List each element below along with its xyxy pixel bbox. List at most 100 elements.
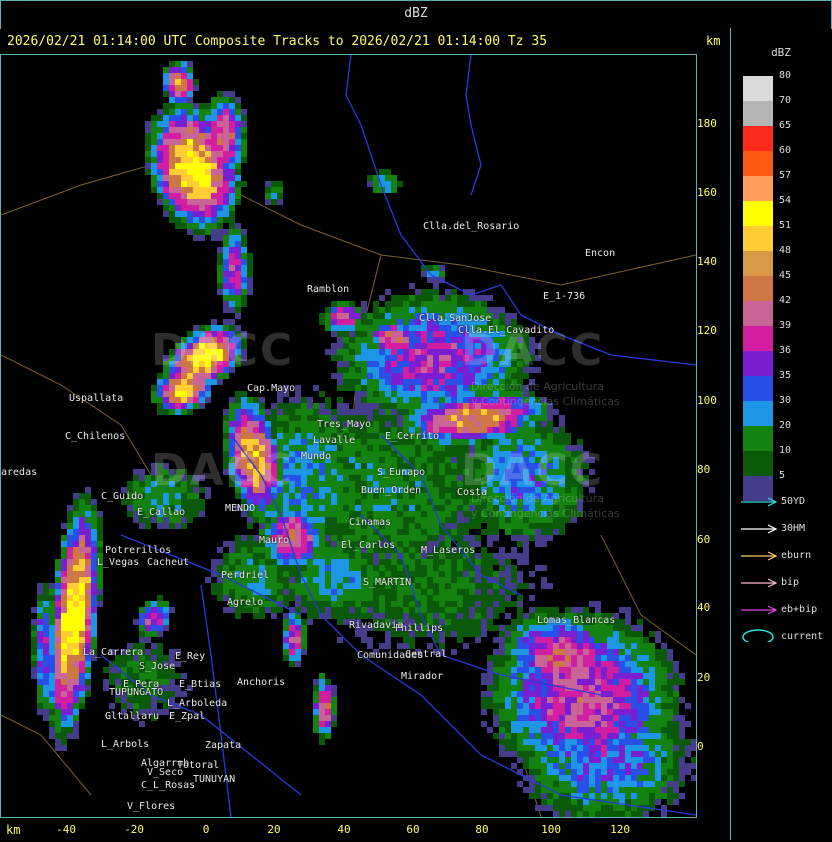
place-label: Clla.El_Cavadito — [458, 325, 555, 336]
y-tick-label: 80 — [697, 463, 711, 476]
place-label: MENDO — [225, 503, 256, 514]
dbz-level-label: 5 — [779, 470, 786, 481]
track-label: eburn — [781, 550, 812, 561]
watermark-text-2: DACC — [151, 445, 295, 496]
y-tick-label: 40 — [697, 601, 711, 614]
product-title: dBZ — [404, 6, 428, 21]
dbz-level-swatch — [743, 276, 773, 301]
dbz-level-label: 30 — [779, 395, 792, 406]
dbz-level-swatch — [743, 151, 773, 176]
current-cell-ellipse-icon — [742, 629, 774, 642]
place-label: aredas — [1, 467, 38, 478]
dbz-level-label: 10 — [779, 445, 792, 456]
place-label: S_Jose — [139, 661, 176, 672]
place-label: Totoral — [177, 760, 220, 771]
place-label: M_Laseros — [421, 545, 476, 556]
place-label: L_Arbols — [101, 739, 150, 750]
dbz-level-swatch — [743, 351, 773, 376]
place-label: Encon — [585, 248, 616, 259]
dbz-level-swatch — [743, 126, 773, 151]
place-label: E_Btias — [179, 679, 222, 690]
dbz-level-swatch — [743, 376, 773, 401]
radar-map-panel[interactable]: DACC DACC DACC DACC Dirección de Agricul… — [0, 54, 697, 818]
dbz-level-label: 54 — [779, 195, 792, 206]
place-label: El_Carlos — [341, 540, 396, 551]
place-label: Tres_Mayo — [317, 419, 372, 430]
dbz-level-label: 70 — [779, 95, 792, 106]
x-tick-label: -20 — [124, 823, 144, 836]
track-arrow-icon — [741, 551, 778, 561]
dbz-level-swatch — [743, 176, 773, 201]
dbz-level-swatch — [743, 451, 773, 476]
watermark-sub-3: Dirección de Agricultura — [471, 492, 604, 505]
track-label: bip — [781, 577, 800, 588]
dbz-level-label: 39 — [779, 320, 792, 331]
watermark-sub-2: y Contingencias Climáticas — [471, 395, 620, 408]
place-label: Cinamas — [349, 517, 392, 528]
x-tick-label: 120 — [610, 823, 630, 836]
place-label: S_Eunapo — [377, 467, 426, 478]
watermark-sub-4: y Contingencias Climáticas — [471, 507, 620, 520]
dbz-level-swatch — [743, 251, 773, 276]
place-label: C_L_Rosas — [141, 780, 196, 791]
place-label: La_Carrera — [83, 647, 144, 658]
dbz-level-swatch — [743, 76, 773, 101]
dbz-level-label: 45 — [779, 270, 792, 281]
place-label: Comunidades — [357, 650, 424, 661]
track-arrow-icon — [741, 605, 778, 615]
place-label: Costa — [457, 487, 488, 498]
place-label: Mirador — [401, 671, 444, 682]
dbz-level-swatch — [743, 101, 773, 126]
legend-title: dBZ — [771, 46, 791, 59]
place-label: TUNUYAN — [193, 774, 236, 785]
y-tick-label: 0 — [697, 740, 704, 753]
y-tick-label: 60 — [697, 533, 711, 546]
dbz-level-label: 80 — [779, 70, 792, 81]
place-label: Buen_Orden — [361, 485, 422, 496]
track-label: 50YD — [781, 496, 806, 507]
place-label: Anchoris — [237, 677, 286, 688]
x-tick-label: 100 — [541, 823, 561, 836]
dbz-level-label: 51 — [779, 220, 792, 231]
y-tick-label: 140 — [697, 255, 717, 268]
dbz-level-swatch — [743, 301, 773, 326]
dbz-level-swatch — [743, 426, 773, 451]
place-label: Uspallata — [69, 393, 124, 404]
dbz-level-label: 65 — [779, 120, 792, 131]
y-tick-label: 120 — [697, 324, 717, 337]
place-label: Rivadavia — [349, 620, 404, 631]
place-label: E_Rey — [175, 651, 206, 662]
place-label: Potrerillos — [105, 545, 172, 556]
km-unit-top: km — [706, 34, 721, 48]
place-label: E_Zpal — [169, 711, 206, 722]
track-label: 30HM — [781, 523, 806, 534]
place-label: Gltallaru — [105, 711, 160, 722]
dbz-level-label: 48 — [779, 245, 792, 256]
place-label: L_Vegas — [97, 557, 140, 568]
place-label: S_MARTIN — [363, 577, 412, 588]
y-axis-km: 180 160 140 120 100 80 60 40 20 0 — [697, 54, 729, 816]
place-label: E_1-736 — [543, 291, 586, 302]
y-tick-label: 180 — [697, 117, 717, 130]
place-label: Lavalle — [313, 435, 356, 446]
dbz-level-label: 20 — [779, 420, 792, 431]
place-label: Clla.SanJose — [419, 313, 492, 324]
place-label: C_Chilenos — [65, 431, 126, 442]
place-label: Zapata — [205, 740, 242, 751]
dbz-level-swatch — [743, 326, 773, 351]
track-arrow-icon — [741, 497, 778, 507]
watermark-sub-1: Dirección de Agricultura — [471, 380, 604, 393]
dbz-level-label: 60 — [779, 145, 792, 156]
x-axis-km: km -40 -20 0 20 40 60 80 100 120 — [0, 818, 730, 842]
place-label: E_Cerrito — [385, 431, 440, 442]
x-tick-label: -40 — [56, 823, 76, 836]
km-unit-bottom: km — [6, 823, 21, 837]
place-label: Clla.del_Rosario — [423, 221, 520, 232]
dbz-level-swatch — [743, 201, 773, 226]
watermark-text-1: DACC — [151, 325, 295, 376]
x-tick-label: 80 — [475, 823, 489, 836]
x-tick-label: 60 — [406, 823, 420, 836]
place-label: C_Guido — [101, 491, 144, 502]
radar-echo-layer — [31, 61, 696, 817]
scan-info-line: 2026/02/21 01:14:00 UTC Composite Tracks… — [7, 34, 548, 49]
